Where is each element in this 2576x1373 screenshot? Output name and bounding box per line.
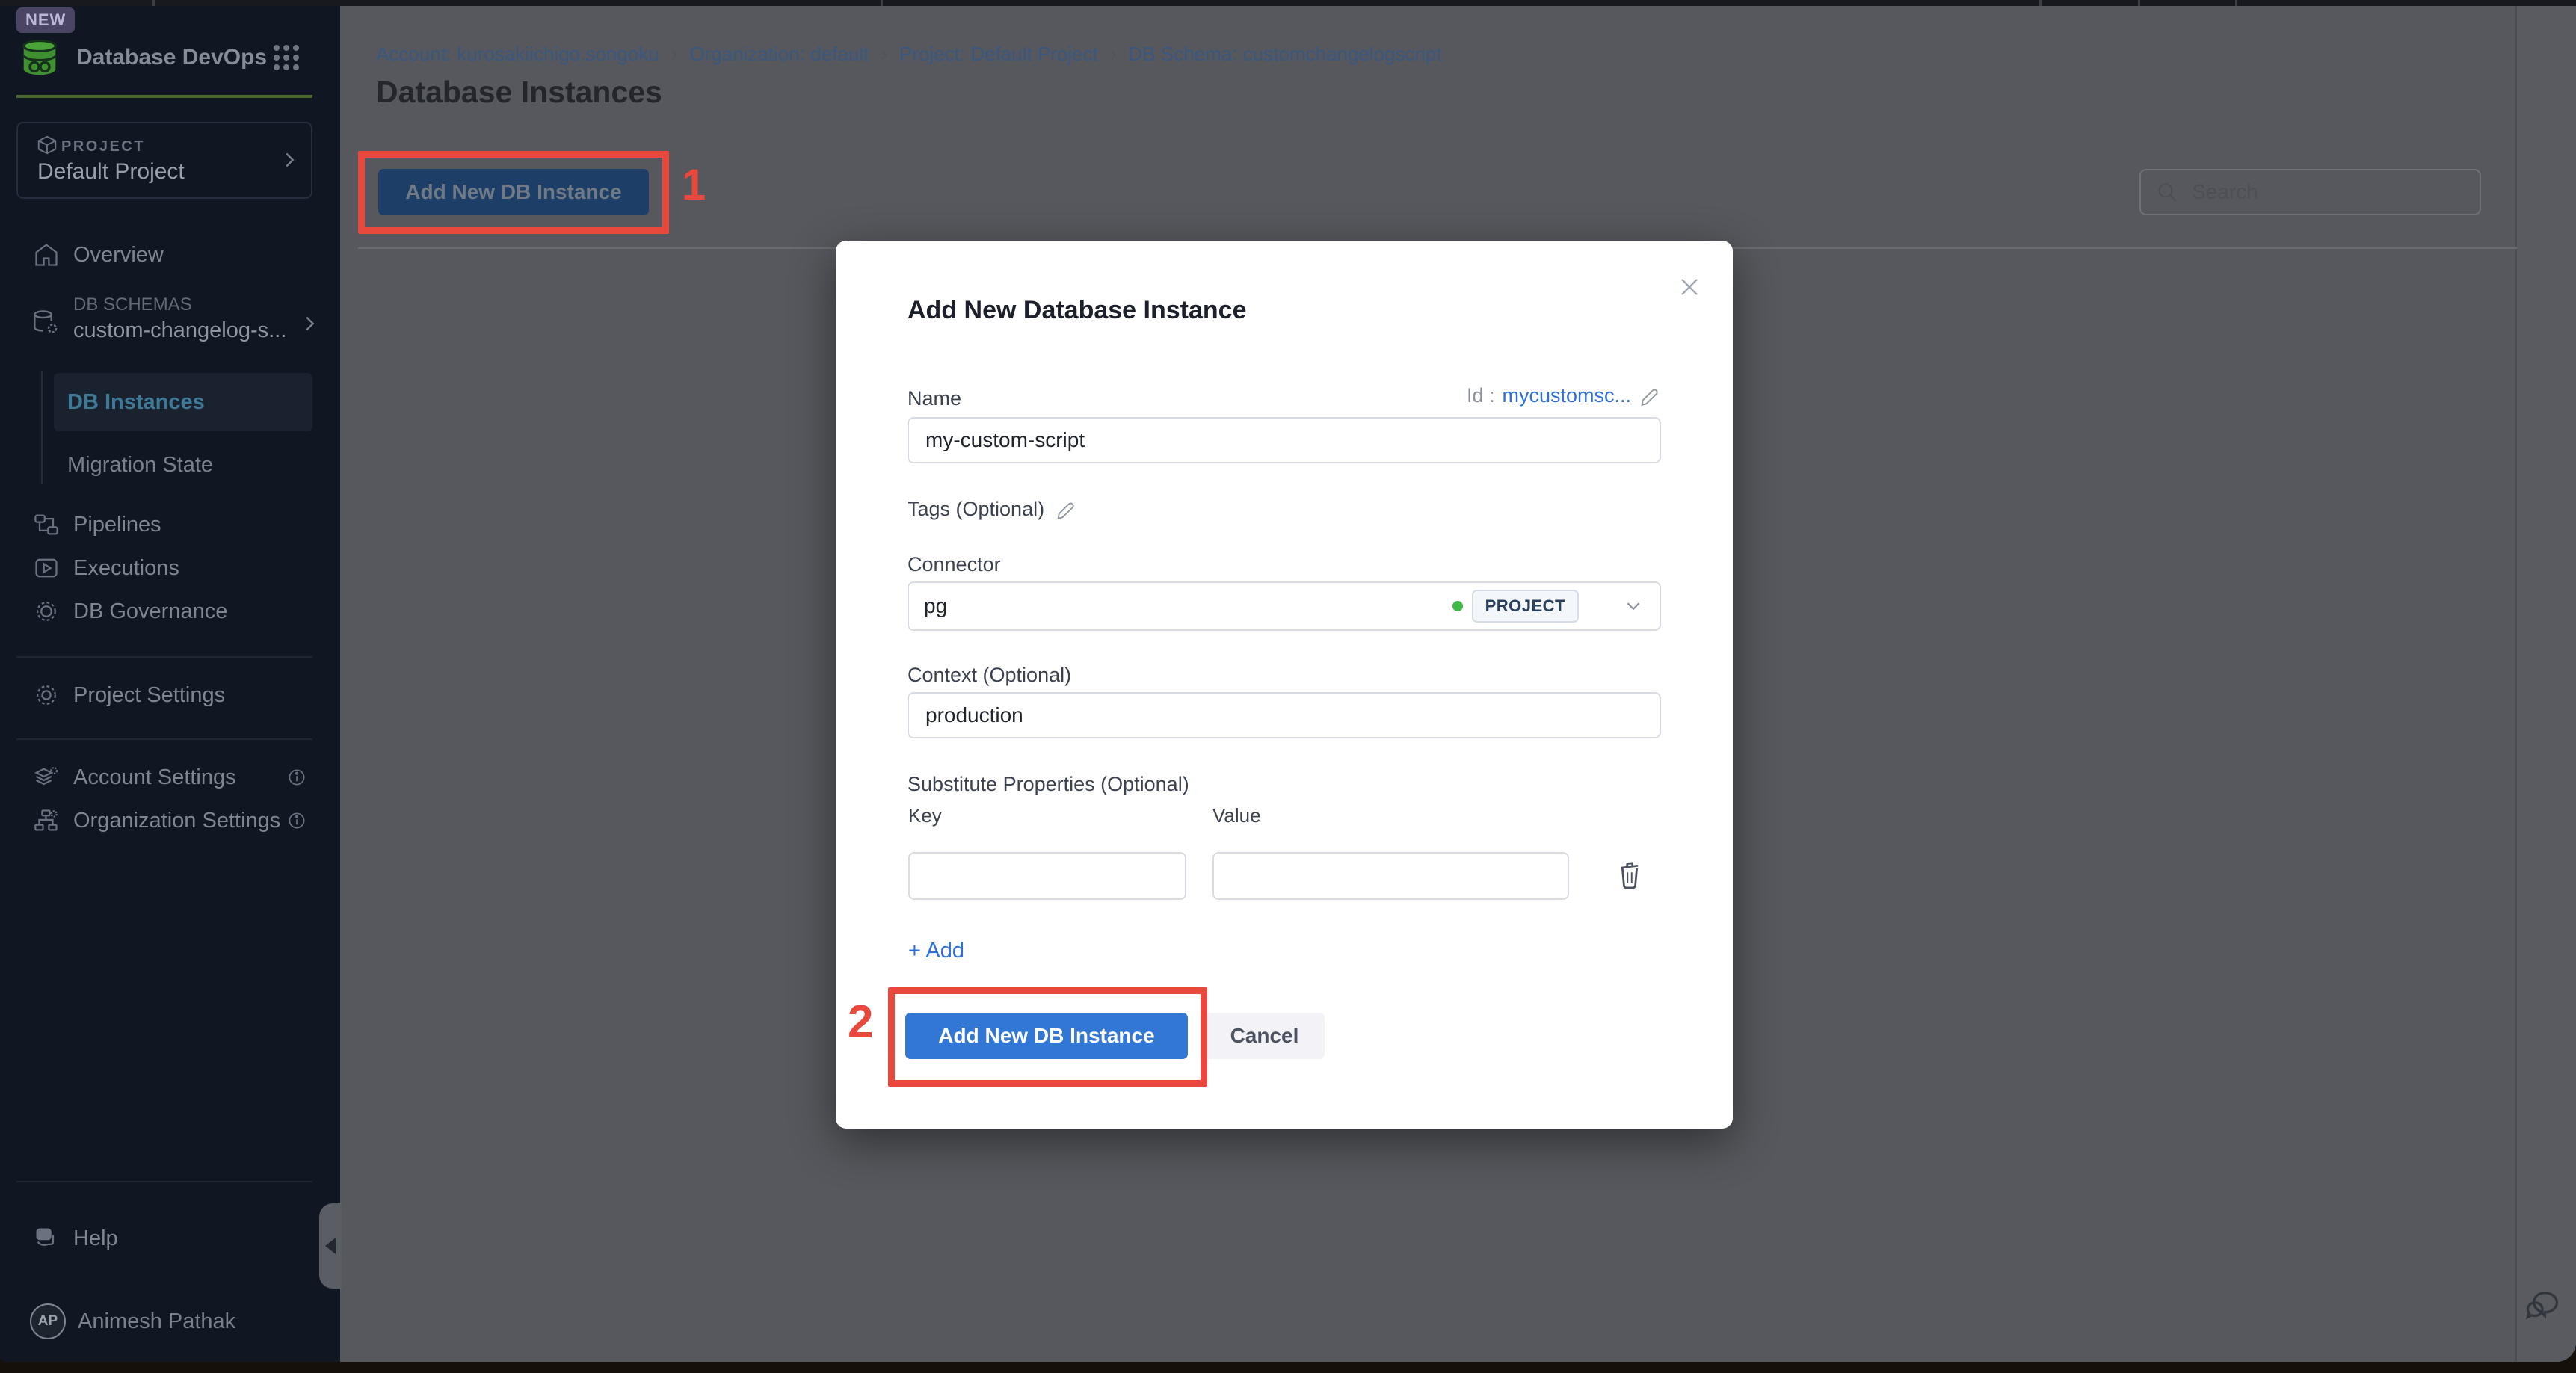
id-value-link[interactable]: mycustomsc... xyxy=(1502,384,1631,407)
svg-text:?: ? xyxy=(41,1229,47,1240)
collapse-arrow-icon xyxy=(325,1238,336,1254)
sidebar-item-migration-state[interactable]: Migration State xyxy=(54,444,312,486)
right-panel-strip xyxy=(2517,6,2576,1362)
home-icon xyxy=(33,241,60,268)
add-property-row-link[interactable]: + Add xyxy=(908,939,964,963)
avatar[interactable]: AP xyxy=(30,1303,66,1339)
substitute-key-input[interactable] xyxy=(908,852,1186,900)
tab-separator xyxy=(152,0,155,6)
help-chat-icon: ? xyxy=(33,1225,60,1252)
sidebar-item-organization-settings[interactable]: Organization Settings xyxy=(0,800,340,842)
sidebar-item-pipelines[interactable]: Pipelines xyxy=(0,504,340,546)
sidebar-item-project-settings[interactable]: Project Settings xyxy=(0,674,340,716)
annotation-number-2: 2 xyxy=(848,996,873,1049)
search-icon xyxy=(2154,179,2180,205)
gear-icon xyxy=(33,598,60,625)
connector-label: Connector xyxy=(908,553,1001,576)
edit-pencil-icon[interactable] xyxy=(1639,385,1661,407)
name-input[interactable] xyxy=(908,417,1661,463)
breadcrumb-db-schema[interactable]: DB Schema: customchangelogscript xyxy=(1129,43,1442,66)
breadcrumb-account[interactable]: Account: kurosakiichigo.songoku xyxy=(376,43,659,66)
info-icon[interactable] xyxy=(286,810,307,831)
modal-title: Add New Database Instance xyxy=(908,296,1246,325)
divider xyxy=(16,656,312,658)
connector-status-dot xyxy=(1452,601,1463,611)
sidebar-item-help[interactable]: ? Help xyxy=(0,1218,340,1259)
tab-separator xyxy=(881,0,883,6)
context-input[interactable] xyxy=(908,692,1661,738)
cancel-button[interactable]: Cancel xyxy=(1204,1013,1325,1059)
annotation-box-step-1 xyxy=(358,151,669,234)
right-panel-divider xyxy=(2515,6,2517,1362)
substitute-value-input[interactable] xyxy=(1212,852,1569,900)
breadcrumb-separator: › xyxy=(881,43,887,66)
chevron-right-icon xyxy=(278,149,301,171)
annotation-number-1: 1 xyxy=(682,160,706,210)
app-grid-icon[interactable] xyxy=(274,45,299,70)
chevron-right-icon xyxy=(298,312,321,335)
delete-row-trash-icon[interactable] xyxy=(1613,858,1646,891)
database-devops-logo-icon xyxy=(16,34,63,81)
new-badge: NEW xyxy=(16,7,75,33)
divider xyxy=(16,738,312,740)
tags-label: Tags (Optional) xyxy=(908,498,1044,521)
pipelines-icon xyxy=(33,511,60,538)
divider xyxy=(16,1181,312,1182)
sidebar-item-db-governance[interactable]: DB Governance xyxy=(0,590,340,632)
sidebar-item-db-instances[interactable]: DB Instances xyxy=(54,373,312,431)
sidebar-item-db-schemas[interactable]: DB SCHEMAS custom-changelog-s... xyxy=(0,294,340,363)
layers-gear-icon xyxy=(33,764,60,791)
tab-separator xyxy=(2138,0,2140,6)
tab-separator xyxy=(2039,0,2042,6)
connector-select[interactable]: pg PROJECT xyxy=(908,581,1661,631)
close-icon[interactable] xyxy=(1674,272,1704,302)
sidebar-collapse-handle[interactable] xyxy=(319,1203,342,1289)
chat-bubbles-icon[interactable] xyxy=(2523,1286,2562,1324)
search-box[interactable] xyxy=(2139,169,2481,215)
value-column-label: Value xyxy=(1212,804,1261,827)
substitute-properties-label: Substitute Properties (Optional) xyxy=(908,773,1189,796)
org-tree-gear-icon xyxy=(33,807,60,834)
play-icon xyxy=(33,555,60,581)
annotation-box-step-2 xyxy=(888,987,1207,1087)
cube-icon xyxy=(36,134,58,156)
project-name: Default Project xyxy=(37,159,185,185)
breadcrumb: Account: kurosakiichigo.songoku › Organi… xyxy=(376,43,1442,66)
breadcrumb-organization[interactable]: Organization: default xyxy=(689,43,869,66)
sidebar-item-overview[interactable]: Overview xyxy=(0,234,340,276)
id-row: Id : mycustomsc... xyxy=(908,384,1661,407)
tab-separator xyxy=(2235,0,2237,6)
gear-icon xyxy=(33,682,60,709)
project-scope-label: PROJECT xyxy=(61,138,145,155)
connector-value: pg xyxy=(924,594,947,618)
key-column-label: Key xyxy=(908,804,942,827)
app-title: Database DevOps xyxy=(76,45,267,70)
sidebar: NEW Database DevOps PROJECT Default Proj… xyxy=(0,6,340,1362)
edit-pencil-icon[interactable] xyxy=(1055,499,1077,521)
breadcrumb-project[interactable]: Project: Default Project xyxy=(899,43,1098,66)
user-name: Animesh Pathak xyxy=(78,1309,235,1334)
sidebar-item-executions[interactable]: Executions xyxy=(0,547,340,589)
project-selector[interactable]: PROJECT Default Project xyxy=(16,122,312,199)
connector-scope-badge: PROJECT xyxy=(1472,590,1579,623)
info-icon[interactable] xyxy=(286,767,307,788)
database-gear-icon xyxy=(30,308,60,338)
tags-row: Tags (Optional) xyxy=(908,498,1077,521)
nav-tree-line xyxy=(41,371,43,484)
chevron-down-icon xyxy=(1622,595,1645,617)
page-title: Database Instances xyxy=(376,75,662,110)
context-label: Context (Optional) xyxy=(908,664,1071,687)
module-accent-line xyxy=(16,95,312,98)
breadcrumb-separator: › xyxy=(1110,43,1117,66)
search-input[interactable] xyxy=(2190,179,2471,205)
sidebar-item-account-settings[interactable]: Account Settings xyxy=(0,756,340,798)
id-label: Id : xyxy=(1467,384,1495,407)
browser-top-strip xyxy=(0,0,2576,6)
breadcrumb-separator: › xyxy=(671,43,678,66)
